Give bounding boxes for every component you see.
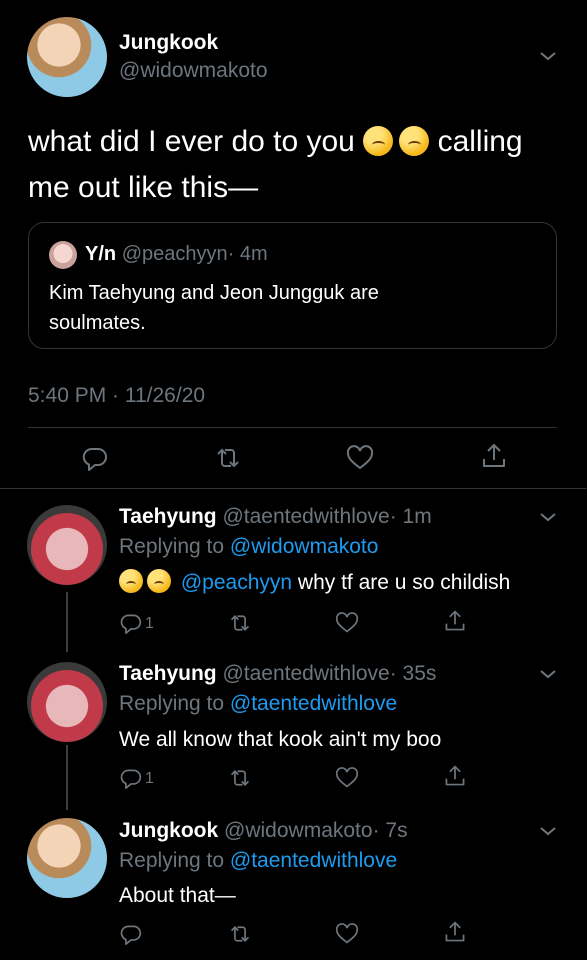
retweet-icon[interactable] — [228, 612, 252, 634]
replying-label: Replying to — [119, 849, 225, 872]
like-icon[interactable] — [335, 923, 359, 945]
chevron-down-icon[interactable] — [539, 668, 557, 680]
eye-roll-emoji — [147, 569, 171, 593]
quoted-tweet[interactable]: Y/n @peachyyn· 4m Kim Taehyung and Jeon … — [28, 222, 557, 349]
quoted-time: · 4m — [227, 243, 268, 265]
author-name[interactable]: Jungkook — [119, 819, 218, 842]
reply-count: 1 — [145, 770, 154, 787]
like-icon[interactable] — [335, 767, 359, 789]
replying-label: Replying to — [119, 692, 225, 715]
chevron-down-icon[interactable] — [539, 825, 557, 837]
replying-to: Replying to @widowmakoto — [119, 535, 378, 559]
like-icon[interactable] — [335, 612, 359, 634]
reply-header: Taehyung @taentedwithlove· 1m — [119, 505, 432, 529]
quoted-text: Kim Taehyung and Jeon Jungguk are soulma… — [49, 282, 379, 334]
tweet-text: what did I ever do to you calling me out… — [28, 119, 568, 211]
reply-text: @peachyyn why tf are u so childish — [119, 569, 510, 595]
retweet-icon[interactable] — [214, 445, 242, 471]
thread-line — [66, 592, 68, 652]
reply-text-body: why tf are u so childish — [297, 571, 511, 594]
mention-link[interactable]: @peachyyn — [181, 571, 292, 594]
reply-text: We all know that kook ain't my boo — [119, 728, 442, 751]
retweet-icon[interactable] — [228, 923, 252, 945]
replying-label: Replying to — [119, 535, 225, 558]
author-name[interactable]: Taehyung — [119, 505, 217, 528]
author-handle[interactable]: @widowmakoto — [119, 59, 268, 83]
avatar[interactable] — [27, 818, 107, 898]
replying-to: Replying to @taentedwithlove — [119, 692, 397, 716]
divider — [28, 427, 557, 428]
timestamp[interactable]: 5:40 PM · 11/26/20 — [28, 384, 205, 408]
replying-to-link[interactable]: @taentedwithlove — [230, 692, 397, 715]
share-icon[interactable] — [443, 764, 467, 788]
eye-roll-emoji — [119, 569, 143, 593]
reply-icon[interactable] — [120, 767, 142, 789]
avatar[interactable] — [27, 17, 107, 97]
reply-text: About that— — [119, 884, 236, 907]
reply-time: · 7s — [372, 819, 408, 842]
reply-time: · 1m — [389, 505, 432, 528]
author-name[interactable]: Jungkook — [119, 31, 218, 55]
worried-face-emoji — [363, 126, 394, 156]
chevron-down-icon[interactable] — [539, 50, 557, 62]
retweet-icon[interactable] — [228, 767, 252, 789]
share-icon[interactable] — [443, 609, 467, 633]
reply-count: 1 — [145, 615, 154, 632]
replying-to-link[interactable]: @widowmakoto — [230, 535, 379, 558]
divider — [0, 488, 587, 489]
reply-time: · 35s — [389, 662, 437, 685]
author-handle[interactable]: @taentedwithlove — [222, 505, 389, 528]
like-icon[interactable] — [346, 445, 374, 471]
quoted-author-name: Y/n — [85, 243, 117, 265]
reply-header: Taehyung @taentedwithlove· 35s — [119, 662, 436, 686]
avatar[interactable] — [27, 505, 107, 585]
chevron-down-icon[interactable] — [539, 511, 557, 523]
reply-header: Jungkook @widowmakoto· 7s — [119, 819, 408, 843]
avatar — [49, 241, 77, 269]
share-icon[interactable] — [443, 920, 467, 944]
avatar[interactable] — [27, 662, 107, 742]
author-handle[interactable]: @taentedwithlove — [222, 662, 389, 685]
replying-to: Replying to @taentedwithlove — [119, 849, 397, 873]
reply-icon[interactable] — [120, 923, 142, 945]
tweet-text-line2: me out like this— — [28, 171, 259, 204]
quoted-author-handle: @peachyyn — [121, 243, 228, 265]
reply-icon[interactable] — [120, 612, 142, 634]
worried-face-emoji — [399, 126, 430, 156]
quoted-header: Y/n @peachyyn· 4m — [85, 243, 268, 266]
author-name[interactable]: Taehyung — [119, 662, 217, 685]
tweet-text-part1: what did I ever do to you — [28, 125, 355, 158]
replying-to-link[interactable]: @taentedwithlove — [230, 849, 397, 872]
reply-icon[interactable] — [82, 445, 108, 471]
tweet-text-part2: calling — [437, 125, 523, 158]
author-handle[interactable]: @widowmakoto — [224, 819, 373, 842]
share-icon[interactable] — [480, 442, 508, 470]
thread-line — [66, 745, 68, 810]
